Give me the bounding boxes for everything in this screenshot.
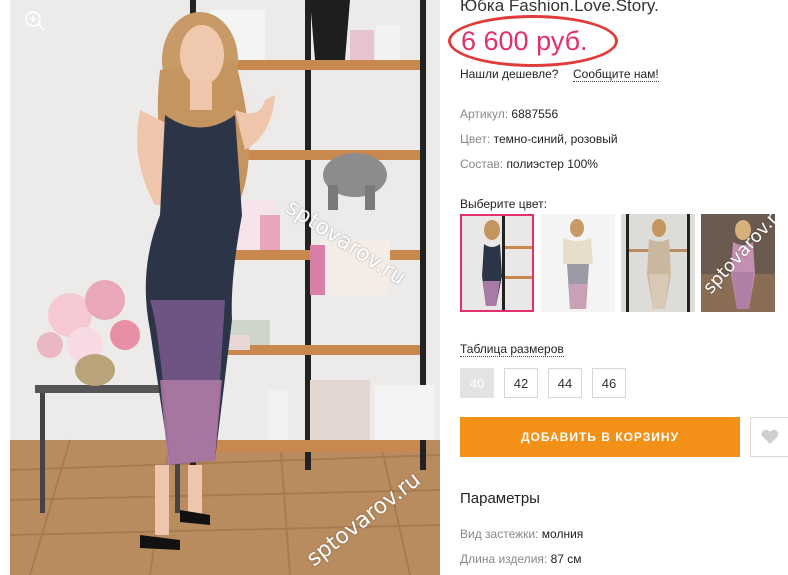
size-option-42[interactable]: 42 [504,368,538,398]
size-option-44[interactable]: 44 [548,368,582,398]
size-option-40[interactable]: 40 [460,368,494,398]
attribute-article: Артикул: 6887556 [460,107,558,121]
product-price: 6 600 руб. [461,26,588,56]
attribute-key: Цвет: [460,132,491,146]
parameter-key: Вид застежки: [460,527,539,541]
favorite-button[interactable] [750,417,788,457]
product-photo-image [10,0,440,575]
parameter-value: 87 см [550,552,582,566]
attribute-value: полиэстер 100% [506,157,598,171]
parameters-heading: Параметры [460,490,540,507]
heart-icon [761,429,779,444]
product-title: Юбка Fashion.Love.Story. [460,0,659,15]
size-chart-link[interactable]: Таблица размеров [460,342,564,357]
color-thumbnail-image [462,216,532,310]
color-thumbnail[interactable] [460,214,534,312]
parameter-row: Длина изделия: 87 см [460,552,582,566]
product-photo[interactable]: sptovarov.ru sptovarov.ru [10,0,440,575]
attribute-key: Артикул: [460,107,509,121]
color-thumbnail[interactable] [541,214,615,312]
found-cheaper-label: Нашли дешевле? [460,67,559,81]
color-thumbnail-image [621,214,695,312]
color-thumbnail-image [541,214,615,312]
color-picker-label: Выберите цвет: [460,197,548,211]
add-to-cart-button[interactable]: ДОБАВИТЬ В КОРЗИНУ [460,417,740,457]
report-cheaper-link[interactable]: Сообщите нам! [573,67,659,82]
attribute-value: темно-синий, розовый [493,132,618,146]
size-option-46[interactable]: 46 [592,368,626,398]
attribute-composition: Состав: полиэстер 100% [460,157,598,171]
attribute-value: 6887556 [511,107,559,121]
color-thumbnail[interactable] [621,214,695,312]
parameter-row: Вид застежки: молния [460,527,583,541]
zoom-icon[interactable] [24,10,46,32]
parameter-key: Длина изделия: [460,552,548,566]
attribute-key: Состав: [460,157,504,171]
parameter-value: молния [541,527,584,541]
color-thumbnail[interactable]: sptovarov.ru [701,214,775,312]
attribute-color: Цвет: темно-синий, розовый [460,132,618,146]
